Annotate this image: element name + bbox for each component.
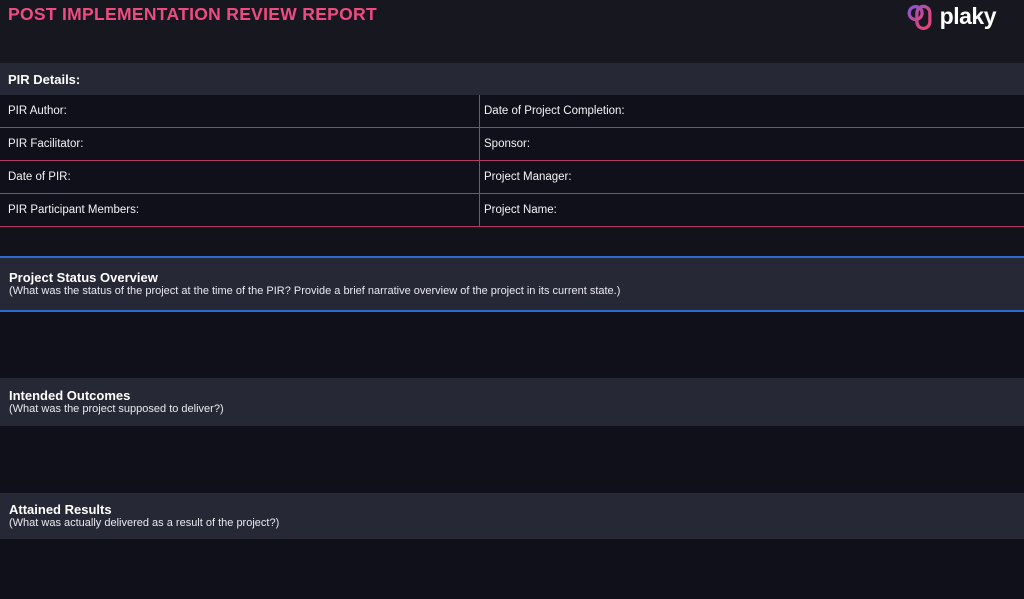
pir-participant-members-field[interactable]: PIR Participant Members: [0, 194, 480, 226]
plaky-logo-text: plaky [940, 3, 996, 30]
plaky-mark-icon [907, 3, 934, 30]
pir-details-table: PIR Author: Date of Project Completion: … [0, 95, 1024, 227]
section-intended-outcomes[interactable]: Intended Outcomes (What was the project … [0, 378, 1024, 426]
project-status-overview-answer-area[interactable] [0, 312, 1024, 378]
date-of-pir-label: Date of PIR: [8, 171, 71, 183]
section-title: Intended Outcomes [9, 388, 1024, 403]
pir-author-label: PIR Author: [8, 105, 67, 117]
sponsor-field[interactable]: Sponsor: [480, 128, 1024, 160]
pir-details-heading-label: PIR Details: [8, 72, 80, 87]
section-description: (What was actually delivered as a result… [9, 517, 1024, 530]
pir-author-field[interactable]: PIR Author: [0, 95, 480, 127]
table-row: PIR Author: Date of Project Completion: [0, 95, 1024, 128]
project-name-field[interactable]: Project Name: [480, 194, 1024, 226]
table-row: PIR Facilitator: Sponsor: [0, 128, 1024, 161]
section-description: (What was the status of the project at t… [9, 285, 1024, 298]
project-manager-label: Project Manager: [484, 171, 572, 183]
section-attained-results[interactable]: Attained Results (What was actually deli… [0, 493, 1024, 539]
pir-facilitator-label: PIR Facilitator: [8, 138, 83, 150]
attained-results-answer-area[interactable] [0, 539, 1024, 599]
project-name-label: Project Name: [484, 204, 557, 216]
pir-participant-members-label: PIR Participant Members: [8, 204, 139, 216]
section-description: (What was the project supposed to delive… [9, 403, 1024, 416]
date-of-pir-field[interactable]: Date of PIR: [0, 161, 480, 193]
date-of-project-completion-label: Date of Project Completion: [484, 105, 625, 117]
plaky-logo: plaky [907, 3, 996, 30]
table-row: Date of PIR: Project Manager: [0, 161, 1024, 194]
section-title: Attained Results [9, 502, 1024, 517]
project-manager-field[interactable]: Project Manager: [480, 161, 1024, 193]
page-title: POST IMPLEMENTATION REVIEW REPORT [8, 4, 377, 25]
intended-outcomes-answer-area[interactable] [0, 426, 1024, 493]
pir-details-heading: PIR Details: [0, 63, 1024, 95]
date-of-project-completion-field[interactable]: Date of Project Completion: [480, 95, 1024, 127]
report-header: POST IMPLEMENTATION REVIEW REPORT plaky [0, 0, 1024, 63]
sponsor-label: Sponsor: [484, 138, 530, 150]
table-bottom-gap [0, 227, 1024, 256]
section-project-status-overview[interactable]: Project Status Overview (What was the st… [0, 256, 1024, 312]
pir-facilitator-field[interactable]: PIR Facilitator: [0, 128, 480, 160]
section-title: Project Status Overview [9, 270, 1024, 285]
table-row: PIR Participant Members: Project Name: [0, 194, 1024, 227]
